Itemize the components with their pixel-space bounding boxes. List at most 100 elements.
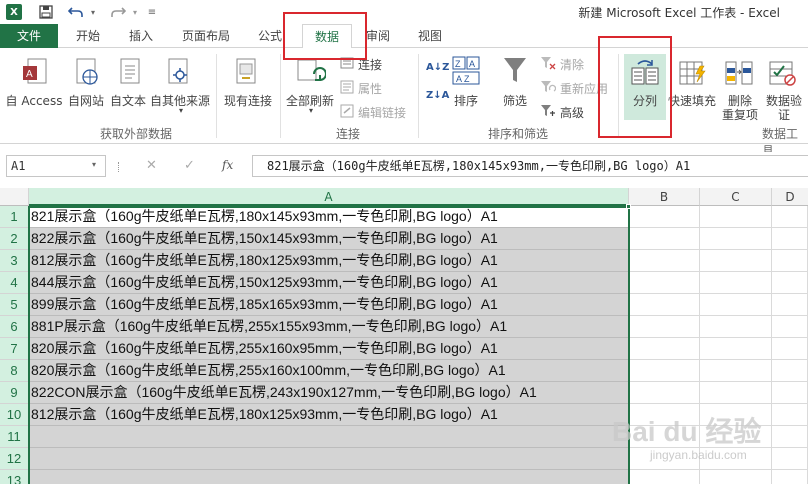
sort-descending-button[interactable]: Z↓A	[426, 90, 449, 101]
tab-home[interactable]: 开始	[70, 24, 106, 48]
clear-button[interactable]: 清除	[560, 56, 584, 73]
row-header[interactable]: 10	[0, 404, 29, 426]
chevron-down-icon[interactable]: ▾	[304, 106, 318, 115]
formula-bar-grip[interactable]	[118, 162, 121, 172]
web-icon	[74, 58, 100, 91]
cell-d[interactable]	[772, 470, 808, 484]
cell-b[interactable]	[629, 316, 700, 338]
cell-b[interactable]	[629, 206, 700, 228]
title-bar: X ▾ ▾ ≡ 新建 Microsoft Excel 工作表 - Excel	[0, 0, 808, 24]
cell-a[interactable]: 812展示盒（160g牛皮纸单E瓦楞,180x125x93mm,一专色印刷,BG…	[29, 250, 628, 272]
cell-a[interactable]: 822CON展示盒（160g牛皮纸单E瓦楞,243x190x127mm,一专色印…	[29, 382, 628, 404]
enter-icon[interactable]: ✓	[184, 158, 195, 173]
tab-page-layout[interactable]: 页面布局	[176, 24, 236, 48]
column-header-a[interactable]: A	[29, 188, 629, 206]
cell-d[interactable]	[772, 316, 808, 338]
cell-c[interactable]	[700, 272, 772, 294]
cell-d[interactable]	[772, 382, 808, 404]
cell-a[interactable]	[29, 470, 628, 484]
advanced-button[interactable]: 高级	[560, 104, 584, 121]
cell-a[interactable]: 820展示盒（160g牛皮纸单E瓦楞,255x160x95mm,一专色印刷,BG…	[29, 338, 628, 360]
column-header-b[interactable]: B	[629, 188, 700, 206]
row-header[interactable]: 3	[0, 250, 29, 272]
cell-b[interactable]	[629, 250, 700, 272]
column-header-c[interactable]: C	[700, 188, 772, 206]
from-web-button[interactable]: 自网站	[64, 92, 108, 109]
sort-button[interactable]: 排序	[450, 92, 482, 109]
flash-fill-icon	[678, 58, 708, 91]
row-header[interactable]: 11	[0, 426, 29, 448]
cell-d[interactable]	[772, 272, 808, 294]
row-header[interactable]: 9	[0, 382, 29, 404]
cell-c[interactable]	[700, 294, 772, 316]
cell-b[interactable]	[629, 382, 700, 404]
cell-c[interactable]	[700, 338, 772, 360]
cell-d[interactable]	[772, 426, 808, 448]
edit-links-button[interactable]: 编辑链接	[358, 104, 406, 121]
cell-b[interactable]	[629, 294, 700, 316]
cell-b[interactable]	[629, 470, 700, 484]
chevron-down-icon[interactable]: ▾	[174, 106, 188, 115]
data-validation-icon	[768, 58, 798, 91]
ribbon-divider	[280, 54, 281, 138]
cell-a[interactable]	[29, 426, 628, 448]
cell-a[interactable]: 821展示盒（160g牛皮纸单E瓦楞,180x145x93mm,一专色印刷,BG…	[29, 206, 628, 228]
existing-connections-button[interactable]: 现有连接	[222, 92, 274, 109]
cell-d[interactable]	[772, 294, 808, 316]
cell-c[interactable]	[700, 360, 772, 382]
cancel-icon[interactable]: ✕	[146, 158, 157, 173]
row-header[interactable]: 13	[0, 470, 29, 484]
column-header-d[interactable]: D	[772, 188, 808, 206]
tab-insert[interactable]: 插入	[122, 24, 160, 48]
ribbon-divider	[418, 54, 419, 138]
cell-d[interactable]	[772, 228, 808, 250]
formula-input[interactable]: 821展示盒（160g牛皮纸单E瓦楞,180x145x93mm,一专色印刷,BG…	[252, 155, 808, 177]
row-header[interactable]: 2	[0, 228, 29, 250]
from-text-button[interactable]: 自文本	[108, 92, 148, 109]
flash-fill-button[interactable]: 快速填充	[666, 92, 718, 109]
cell-d[interactable]	[772, 404, 808, 426]
from-access-button[interactable]: 自 Access	[4, 92, 64, 109]
cell-a[interactable]: 820展示盒（160g牛皮纸单E瓦楞,255x160x100mm,一专色印刷,B…	[29, 360, 628, 382]
cell-c[interactable]	[700, 250, 772, 272]
cell-d[interactable]	[772, 360, 808, 382]
cell-c[interactable]	[700, 470, 772, 484]
row-header[interactable]: 1	[0, 206, 29, 228]
cell-d[interactable]	[772, 250, 808, 272]
select-all-corner[interactable]	[0, 188, 29, 206]
row-header[interactable]: 5	[0, 294, 29, 316]
cell-c[interactable]	[700, 382, 772, 404]
cell-a[interactable]: 844展示盒（160g牛皮纸单E瓦楞,150x125x93mm,一专色印刷,BG…	[29, 272, 628, 294]
cell-a[interactable]: 822展示盒（160g牛皮纸单E瓦楞,150x145x93mm,一专色印刷,BG…	[29, 228, 628, 250]
cell-d[interactable]	[772, 448, 808, 470]
data-validation-button-line2[interactable]: 证	[760, 106, 808, 123]
cell-c[interactable]	[700, 316, 772, 338]
cell-a[interactable]: 881P展示盒（160g牛皮纸单E瓦楞,255x155x93mm,一专色印刷,B…	[29, 316, 628, 338]
row-header[interactable]: 8	[0, 360, 29, 382]
row-header[interactable]: 6	[0, 316, 29, 338]
cell-b[interactable]	[629, 360, 700, 382]
filter-button[interactable]: 筛选	[498, 92, 532, 109]
name-box[interactable]: A1	[6, 155, 106, 177]
cell-c[interactable]	[700, 228, 772, 250]
row-header[interactable]: 7	[0, 338, 29, 360]
cell-a[interactable]: 899展示盒（160g牛皮纸单E瓦楞,185x165x93mm,一专色印刷,BG…	[29, 294, 628, 316]
cell-b[interactable]	[629, 338, 700, 360]
cell-b[interactable]	[629, 272, 700, 294]
row-header[interactable]: 12	[0, 448, 29, 470]
cell-d[interactable]	[772, 206, 808, 228]
cell-c[interactable]	[700, 206, 772, 228]
fill-handle[interactable]	[626, 204, 631, 209]
chevron-down-icon[interactable]: ▾	[92, 160, 96, 169]
insert-function-icon[interactable]: fx	[222, 158, 233, 172]
cell-a[interactable]	[29, 448, 628, 470]
cell-a[interactable]: 812展示盒（160g牛皮纸单E瓦楞,180x125x93mm,一专色印刷,BG…	[29, 404, 628, 426]
properties-button[interactable]: 属性	[358, 80, 382, 97]
tab-file[interactable]: 文件	[0, 24, 58, 48]
cell-d[interactable]	[772, 338, 808, 360]
remove-duplicates-button-line2[interactable]: 重复项	[718, 106, 762, 123]
tab-view[interactable]: 视图	[412, 24, 448, 48]
cell-b[interactable]	[629, 228, 700, 250]
sort-ascending-button[interactable]: A↓Z	[426, 62, 449, 73]
row-header[interactable]: 4	[0, 272, 29, 294]
